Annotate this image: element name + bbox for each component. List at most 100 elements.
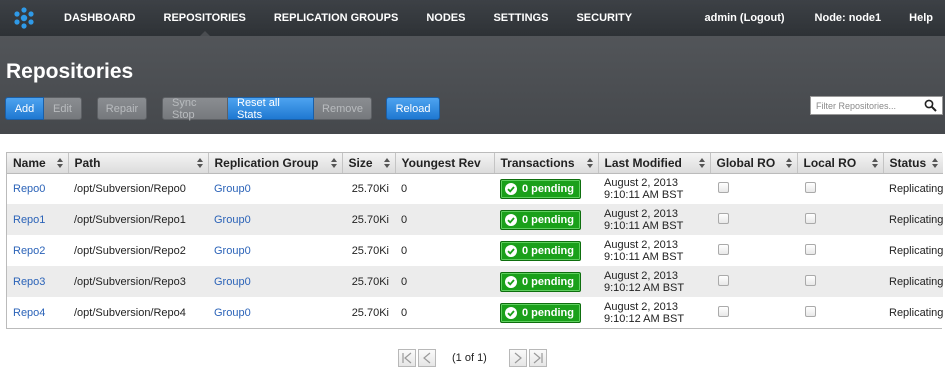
first-page-button[interactable] — [398, 348, 416, 367]
youngest-rev: 0 — [395, 266, 494, 297]
pending-badge[interactable]: 0 pending — [500, 271, 581, 292]
repair-button[interactable]: Repair — [97, 97, 147, 120]
repo-status: Replicating — [883, 173, 943, 204]
last-page-icon — [533, 352, 543, 363]
repo-toolbar: Add Edit Repair Sync Stop Reset all Stat… — [5, 97, 440, 121]
repo-path: /opt/Subversion/Repo4 — [68, 297, 208, 328]
page-title: Repositories — [6, 60, 134, 83]
table-row[interactable]: Repo4 /opt/Subversion/Repo4 Group0 25.70… — [7, 297, 943, 328]
sort-arrows-icon — [932, 158, 938, 168]
column-header-global-ro[interactable]: Global RO — [710, 153, 798, 174]
repo-name-link[interactable]: Repo2 — [13, 245, 45, 257]
top-nav: DASHBOARD REPOSITORIES REPLICATION GROUP… — [0, 0, 945, 37]
replication-group-link[interactable]: Group0 — [214, 276, 251, 288]
add-button[interactable]: Add — [5, 97, 44, 120]
nav-settings[interactable]: SETTINGS — [479, 0, 562, 36]
sort-arrows-icon — [785, 158, 792, 168]
reload-button[interactable]: Reload — [386, 97, 440, 120]
column-header-local-ro[interactable]: Local RO — [797, 153, 884, 174]
repo-size: 25.70Ki — [342, 204, 395, 235]
pending-badge[interactable]: 0 pending — [500, 209, 581, 230]
sort-arrows-icon — [196, 158, 203, 168]
app-logo-icon[interactable] — [0, 0, 48, 36]
youngest-rev: 0 — [395, 297, 494, 328]
repo-size: 25.70Ki — [342, 297, 395, 328]
local-ro-checkbox[interactable] — [805, 305, 816, 317]
remove-button[interactable]: Remove — [314, 97, 372, 120]
repo-status: Replicating — [883, 266, 943, 297]
replication-group-link[interactable]: Group0 — [214, 245, 251, 257]
column-header-youngest-rev[interactable]: Youngest Rev — [395, 153, 495, 174]
replication-group-link[interactable]: Group0 — [214, 307, 251, 319]
repo-size: 25.70Ki — [342, 235, 395, 266]
last-modified: August 2, 2013 9:10:11 AM BST — [598, 235, 710, 266]
filter-box — [810, 96, 943, 115]
next-page-icon — [514, 352, 522, 363]
repo-path: /opt/Subversion/Repo1 — [68, 204, 208, 235]
global-ro-checkbox[interactable] — [718, 181, 729, 193]
user-logout-link[interactable]: admin (Logout) — [690, 0, 794, 36]
nav-dashboard[interactable]: DASHBOARD — [48, 0, 150, 36]
table-row[interactable]: Repo2 /opt/Subversion/Repo2 Group0 25.70… — [7, 235, 943, 266]
column-header-last-modified[interactable]: Last Modified — [598, 153, 711, 174]
next-page-button[interactable] — [508, 348, 527, 367]
replication-group-link[interactable]: Group0 — [214, 183, 251, 195]
prev-page-button[interactable] — [418, 348, 436, 367]
nav-security[interactable]: SECURITY — [562, 0, 646, 36]
repo-size: 25.70Ki — [342, 173, 395, 204]
repo-name-link[interactable]: Repo4 — [13, 307, 45, 319]
filter-repositories-input[interactable] — [811, 97, 921, 114]
global-ro-checkbox[interactable] — [718, 212, 729, 224]
global-ro-checkbox[interactable] — [718, 243, 729, 255]
check-circle-icon — [505, 182, 517, 195]
edit-button[interactable]: Edit — [44, 97, 82, 120]
repo-name-link[interactable]: Repo0 — [13, 183, 45, 195]
check-circle-icon — [505, 306, 517, 319]
youngest-rev: 0 — [395, 235, 494, 266]
column-header-status[interactable]: Status — [883, 153, 943, 174]
youngest-rev: 0 — [395, 173, 494, 204]
sort-arrows-icon — [383, 158, 390, 168]
local-ro-checkbox[interactable] — [805, 181, 816, 193]
table-row[interactable]: Repo1 /opt/Subversion/Repo1 Group0 25.70… — [7, 204, 943, 235]
check-circle-icon — [505, 244, 517, 257]
help-link[interactable]: Help — [891, 0, 945, 36]
repo-status: Replicating — [883, 297, 943, 328]
column-header-name[interactable]: Name — [7, 153, 69, 174]
column-header-path[interactable]: Path — [68, 153, 209, 174]
nav-repositories[interactable]: REPOSITORIES — [150, 0, 260, 37]
table-row[interactable]: Repo0 /opt/Subversion/Repo0 Group0 25.70… — [7, 173, 943, 204]
global-ro-checkbox[interactable] — [718, 305, 729, 317]
last-modified: August 2, 2013 9:10:11 AM BST — [598, 204, 710, 235]
check-circle-icon — [505, 213, 517, 226]
local-ro-checkbox[interactable] — [805, 243, 816, 255]
global-ro-checkbox[interactable] — [718, 274, 729, 286]
column-header-transactions[interactable]: Transactions — [494, 153, 599, 174]
column-header-replication-group[interactable]: Replication Group — [208, 153, 343, 174]
replication-group-link[interactable]: Group0 — [214, 214, 251, 226]
page-indicator: (1 of 1) — [452, 351, 487, 364]
local-ro-checkbox[interactable] — [805, 274, 816, 286]
repo-name-link[interactable]: Repo3 — [13, 276, 45, 288]
repo-path: /opt/Subversion/Repo2 — [68, 235, 208, 266]
search-icon[interactable] — [921, 97, 939, 114]
pending-badge[interactable]: 0 pending — [500, 302, 581, 323]
repo-status: Replicating — [883, 235, 943, 266]
nav-replication-groups[interactable]: REPLICATION GROUPS — [260, 0, 412, 36]
youngest-rev: 0 — [395, 204, 494, 235]
nav-nodes[interactable]: NODES — [412, 0, 479, 36]
table-header-row: Name Path Replication Group Size Younges… — [7, 153, 943, 174]
sync-stop-button[interactable]: Sync Stop — [162, 97, 228, 121]
last-modified: August 2, 2013 9:10:12 AM BST — [598, 297, 710, 328]
column-header-size[interactable]: Size — [342, 153, 396, 174]
table-row[interactable]: Repo3 /opt/Subversion/Repo3 Group0 25.70… — [7, 266, 943, 297]
reset-all-stats-button[interactable]: Reset all Stats — [228, 97, 314, 121]
pending-badge[interactable]: 0 pending — [500, 240, 581, 261]
sort-arrows-icon — [330, 158, 337, 168]
repo-name-link[interactable]: Repo1 — [13, 214, 45, 226]
last-page-button[interactable] — [528, 348, 547, 367]
sort-arrows-icon — [56, 158, 63, 168]
pending-badge[interactable]: 0 pending — [500, 178, 581, 199]
first-page-icon — [402, 352, 412, 363]
local-ro-checkbox[interactable] — [805, 212, 816, 224]
